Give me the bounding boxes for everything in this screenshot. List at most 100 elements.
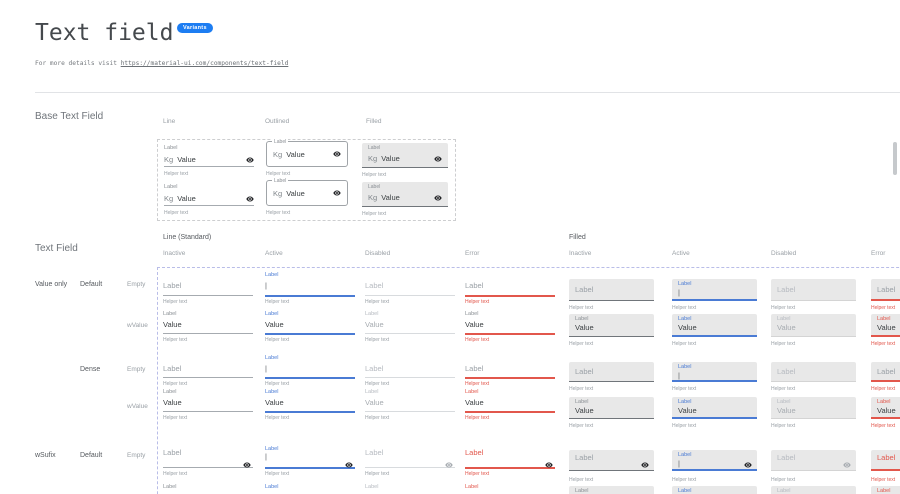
field-label: Label	[163, 281, 181, 290]
text-field-filled-disabled-row2[interactable]: LabelValue	[771, 314, 856, 337]
text-field-line-disabled-row2[interactable]: LabelValueHelper text	[365, 311, 455, 347]
group-header-line: Line (Standard)	[163, 234, 211, 241]
subtitle: For more details visit https://material-…	[35, 60, 288, 67]
field-helper: Helper text	[569, 386, 593, 392]
text-field-line-active-row4[interactable]: LabelValueHelper text	[265, 389, 355, 425]
field-value: Value	[177, 194, 196, 203]
text-field-line-error-row6[interactable]: LabelValueHelper text	[465, 484, 555, 494]
text-field-filled-inactive-row6[interactable]: LabelValue	[569, 486, 654, 494]
text-field-line-error-row4[interactable]: LabelValueHelper text	[465, 389, 555, 425]
row-size-label: wValue	[127, 322, 148, 329]
base-text-field-line-1[interactable]: Label Kg Value Helper text	[164, 145, 254, 177]
base-text-field-line-2[interactable]: Label Kg Value Helper text	[164, 184, 254, 216]
text-field-filled-disabled-row4[interactable]: LabelValue	[771, 397, 856, 419]
field-label: Label	[465, 484, 478, 490]
text-field-filled-active-row3[interactable]: Label|	[672, 362, 757, 382]
text-field-filled-disabled-row1[interactable]: Label	[771, 279, 856, 301]
eye-icon[interactable]	[243, 456, 251, 464]
text-field-line-inactive-row6[interactable]: LabelValueHelper text	[163, 484, 253, 494]
text-field-line-disabled-row4[interactable]: LabelValueHelper text	[365, 389, 455, 425]
field-label: Label	[877, 453, 895, 462]
text-field-line-error-row5[interactable]: LabelHelper text	[465, 446, 555, 481]
text-field-line-active-row1[interactable]: Label|Helper text	[265, 272, 355, 309]
text-field-line-inactive-row3[interactable]: LabelHelper text	[163, 355, 253, 391]
text-field-line-disabled-row3[interactable]: LabelHelper text	[365, 355, 455, 391]
text-field-line-inactive-row1[interactable]: LabelHelper text	[163, 272, 253, 309]
text-field-filled-inactive-row1[interactable]: Label	[569, 279, 654, 301]
text-field-filled-inactive-row4[interactable]: LabelValue	[569, 397, 654, 419]
base-text-field-filled-1[interactable]: Label Kg Value Helper text	[362, 143, 448, 178]
text-field-filled-disabled-row3[interactable]: Label	[771, 362, 856, 382]
scrollbar-thumb[interactable]	[893, 142, 897, 175]
eye-icon[interactable]	[445, 456, 453, 464]
base-text-field-outlined-1[interactable]: Label Kg Value Helper text	[266, 141, 348, 177]
field-input[interactable]: Kg Value	[164, 153, 254, 167]
eye-icon[interactable]	[843, 456, 851, 464]
text-field-line-error-row1[interactable]: LabelHelper text	[465, 272, 555, 309]
field-helper: Helper text	[871, 423, 895, 429]
field-label: Label	[678, 364, 691, 370]
eye-icon[interactable]	[333, 150, 341, 158]
text-field-filled-inactive-row3[interactable]: Label	[569, 362, 654, 382]
field-input[interactable]: Label Kg Value	[266, 180, 348, 206]
eye-icon[interactable]	[246, 156, 254, 164]
text-field-filled-active-row1[interactable]: Label|	[672, 279, 757, 301]
field-value: Value	[575, 323, 594, 332]
eye-icon[interactable]	[345, 456, 353, 464]
field-underline	[465, 377, 555, 379]
text-field-filled-error-row4[interactable]: LabelValue	[871, 397, 900, 419]
field-helper: Helper text	[163, 381, 187, 387]
base-text-field-outlined-2[interactable]: Label Kg Value Helper text	[266, 180, 348, 216]
text-field-line-active-row6[interactable]: LabelValueHelper text	[265, 484, 355, 494]
field-value: Value	[678, 406, 697, 415]
text-field-filled-active-row2[interactable]: LabelValue	[672, 314, 757, 337]
field-input[interactable]: Label Kg Value	[362, 143, 448, 168]
text-field-line-inactive-row4[interactable]: LabelValueHelper text	[163, 389, 253, 425]
field-underline	[265, 377, 355, 379]
text-field-filled-disabled-row5[interactable]: Label	[771, 450, 856, 471]
text-field-filled-active-row6[interactable]: LabelValue	[672, 486, 757, 494]
field-input[interactable]: Kg Value	[164, 192, 254, 206]
text-field-filled-disabled-row6[interactable]: LabelValue	[771, 486, 856, 494]
text-field-filled-inactive-row2[interactable]: LabelValue	[569, 314, 654, 337]
text-field-filled-error-row1[interactable]: Label	[871, 279, 900, 301]
text-field-line-active-row5[interactable]: Label|Helper text	[265, 446, 355, 481]
eye-icon[interactable]	[641, 456, 649, 464]
field-label: Label	[465, 311, 478, 317]
text-field-line-inactive-row2[interactable]: LabelValueHelper text	[163, 311, 253, 347]
field-helper: Helper text	[365, 381, 389, 387]
text-field-filled-inactive-row5[interactable]: Label	[569, 450, 654, 471]
text-cursor: |	[265, 281, 267, 290]
text-field-line-error-row2[interactable]: LabelValueHelper text	[465, 311, 555, 347]
text-field-line-disabled-row6[interactable]: LabelValueHelper text	[365, 484, 455, 494]
text-field-line-disabled-row5[interactable]: LabelHelper text	[365, 446, 455, 481]
text-field-line-inactive-row5[interactable]: LabelHelper text	[163, 446, 253, 481]
field-prefix: Kg	[368, 193, 377, 202]
eye-icon[interactable]	[744, 456, 752, 464]
text-field-line-active-row3[interactable]: Label|Helper text	[265, 355, 355, 391]
field-label: Label	[365, 484, 378, 490]
text-field-line-error-row3[interactable]: LabelHelper text	[465, 355, 555, 391]
text-field-filled-error-row3[interactable]: Label	[871, 362, 900, 382]
text-field-line-disabled-row1[interactable]: LabelHelper text	[365, 272, 455, 309]
text-field-filled-error-row2[interactable]: LabelValue	[871, 314, 900, 337]
eye-icon[interactable]	[333, 189, 341, 197]
field-label: Label	[777, 285, 795, 294]
text-field-filled-active-row5[interactable]: Label|	[672, 450, 757, 471]
field-input[interactable]: Label Kg Value	[266, 141, 348, 167]
eye-icon[interactable]	[434, 155, 442, 163]
text-field-line-active-row2[interactable]: LabelValueHelper text	[265, 311, 355, 347]
base-text-field-filled-2[interactable]: Label Kg Value Helper text	[362, 182, 448, 217]
field-value: Value	[678, 323, 697, 332]
field-input[interactable]: Label Kg Value	[362, 182, 448, 207]
text-field-filled-active-row4[interactable]: LabelValue	[672, 397, 757, 419]
field-value: Value	[286, 150, 305, 159]
text-field-filled-error-row5[interactable]: Label	[871, 450, 900, 471]
field-helper: Helper text	[266, 210, 348, 216]
eye-icon[interactable]	[246, 195, 254, 203]
docs-link[interactable]: https://material-ui.com/components/text-…	[121, 60, 289, 67]
eye-icon[interactable]	[434, 194, 442, 202]
field-label: Label	[272, 139, 288, 145]
text-field-filled-error-row6[interactable]: LabelValue	[871, 486, 900, 494]
eye-icon[interactable]	[545, 456, 553, 464]
